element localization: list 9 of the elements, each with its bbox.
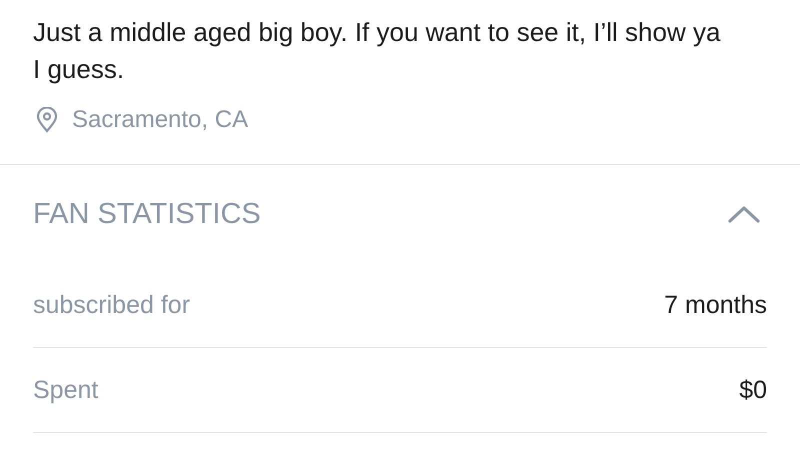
location-pin-icon	[36, 107, 58, 133]
section-title: FAN STATISTICS	[33, 198, 261, 230]
stat-value: 7 months	[664, 290, 767, 320]
chevron-up-icon[interactable]	[727, 204, 761, 224]
stat-label: Spent	[33, 376, 98, 404]
stat-value: $0	[739, 376, 767, 404]
location-text: Sacramento, CA	[72, 106, 248, 134]
stat-label: subscribed for	[33, 290, 190, 320]
bio-text: Just a middle aged big boy. If you want to see it, I’ll show ya I guess.	[33, 16, 722, 86]
